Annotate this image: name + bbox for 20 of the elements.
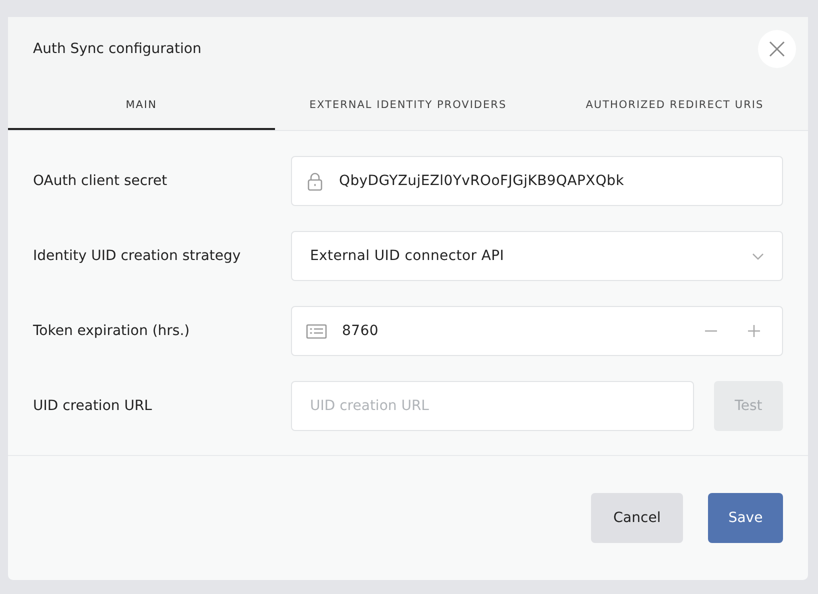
number-field[interactable]: 8760 bbox=[291, 306, 783, 356]
id-card-icon bbox=[306, 324, 327, 338]
tab[interactable]: MAIN bbox=[8, 81, 275, 130]
plus-icon[interactable] bbox=[748, 325, 760, 337]
field-label: OAuth client secret bbox=[33, 173, 168, 189]
input-field[interactable]: UID creation URL bbox=[291, 381, 694, 431]
chevron-down-icon bbox=[752, 252, 764, 260]
close-icon bbox=[769, 41, 785, 57]
lock-icon bbox=[306, 172, 324, 190]
field-label: Token expiration (hrs.) bbox=[33, 323, 191, 339]
tab[interactable]: EXTERNAL IDENTITY PROVIDERS bbox=[274, 81, 542, 130]
cancel-button[interactable]: Cancel bbox=[591, 493, 683, 543]
dropdown-field[interactable]: External UID connector API bbox=[291, 231, 783, 281]
save-button[interactable]: Save bbox=[708, 493, 783, 543]
dialog-title: Auth Sync configuration bbox=[33, 41, 202, 57]
tab[interactable]: AUTHORIZED REDIRECT URIS bbox=[541, 81, 808, 130]
close-button[interactable] bbox=[758, 30, 796, 68]
field-label: UID creation URL bbox=[33, 398, 153, 414]
field-label: Identity UID creation strategy bbox=[33, 248, 242, 264]
secret-field[interactable]: QbyDGYZujEZl0YvROoFJGjKB9QAPXQbk bbox=[291, 156, 783, 206]
